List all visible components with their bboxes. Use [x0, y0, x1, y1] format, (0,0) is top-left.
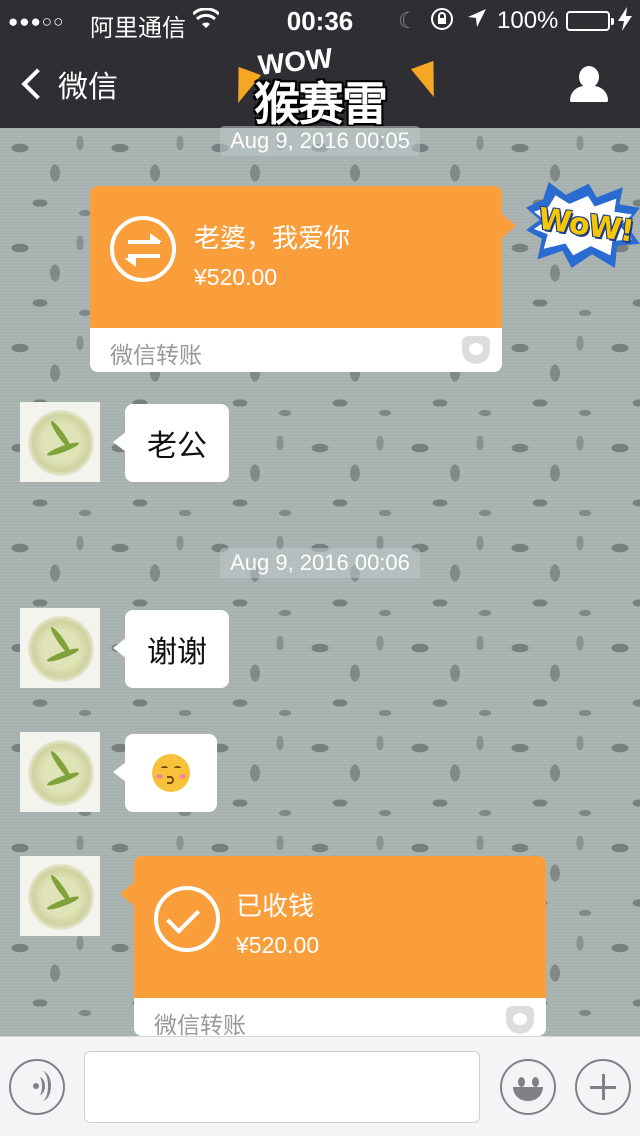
- logo-title-text: 猴赛雷: [254, 77, 388, 131]
- transfer-card-received[interactable]: 已收钱 ¥520.00 微信转账: [120, 856, 546, 1039]
- message-bubble[interactable]: 谢谢: [113, 610, 229, 688]
- charging-icon: [618, 7, 632, 37]
- battery-icon: [566, 11, 614, 31]
- emoji-message-bubble[interactable]: [113, 734, 217, 812]
- transfer-amount: ¥520.00: [194, 264, 278, 290]
- message-bubble[interactable]: 老公: [113, 404, 229, 482]
- kissing-face-emoji-icon: [152, 754, 190, 792]
- location-icon: [466, 7, 488, 35]
- transfer-title: 已收钱: [236, 892, 315, 922]
- timestamp-text: Aug 9, 2016 00:06: [220, 548, 420, 578]
- timestamp: Aug 9, 2016 00:06: [0, 548, 640, 578]
- battery-percent: 100%: [497, 7, 559, 34]
- avatar[interactable]: [20, 856, 100, 936]
- avatar[interactable]: [20, 732, 100, 812]
- transfer-title: 老婆，我爱你: [194, 224, 351, 254]
- swap-arrows-icon: [110, 216, 176, 282]
- voice-button[interactable]: [9, 1059, 65, 1115]
- back-chevron-icon: [21, 68, 53, 100]
- navigation-bar: 微信 WOW 猴赛雷: [0, 40, 640, 131]
- timestamp: Aug 9, 2016 00:05: [0, 126, 640, 156]
- back-button[interactable]: 微信: [16, 60, 118, 108]
- emoji-button[interactable]: [500, 1059, 556, 1115]
- transfer-card-sent[interactable]: 老婆，我爱你 ¥520.00 微信转账: [90, 186, 516, 372]
- avatar[interactable]: [20, 608, 100, 688]
- transfer-label: 微信转账: [154, 1013, 246, 1039]
- checkmark-icon: [154, 886, 220, 952]
- shield-icon: [462, 336, 490, 364]
- wow-sticker: WoW!: [520, 172, 640, 282]
- message-text: 谢谢: [147, 635, 207, 670]
- more-button[interactable]: [575, 1059, 631, 1115]
- transfer-amount: ¥520.00: [236, 932, 320, 958]
- input-bar: [0, 1036, 640, 1136]
- timestamp-text: Aug 9, 2016 00:05: [220, 126, 420, 156]
- back-label: 微信: [58, 70, 118, 105]
- avatar[interactable]: [20, 402, 100, 482]
- transfer-label: 微信转账: [110, 343, 202, 369]
- message-text: 老公: [147, 429, 207, 464]
- title-logo: WOW 猴赛雷: [226, 18, 446, 131]
- shield-icon: [506, 1006, 534, 1034]
- lightning-icon: [410, 60, 446, 102]
- message-input[interactable]: [84, 1051, 480, 1123]
- profile-icon[interactable]: [568, 66, 612, 110]
